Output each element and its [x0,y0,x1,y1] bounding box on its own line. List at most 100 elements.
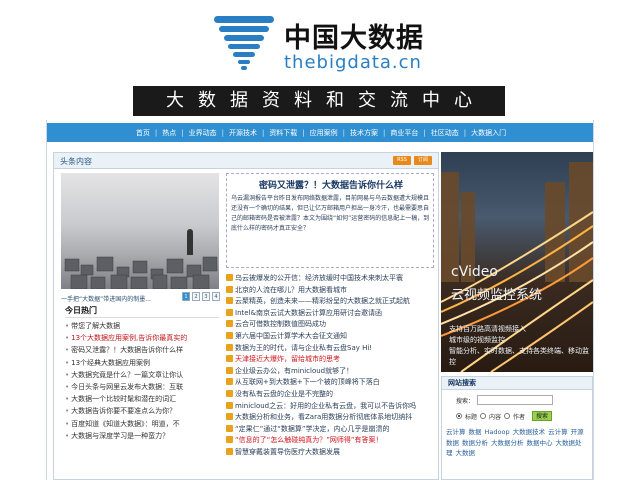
today-hot-item[interactable]: • 百度知道《知道大数据》：明道，不 [61,418,219,430]
tag-link[interactable]: 云计算 [548,428,568,436]
slideshow-caption[interactable]: 一手把“大数据”带进国内的制墨... [61,294,181,303]
news-item-text: 乌云被爆发的公开信：经济放缓时中国技术来刺太平寰 [235,274,403,282]
news-item-text: 没有私有云盘的企业是不完整的 [235,389,333,398]
cubes-illustration [64,229,218,289]
nav-item[interactable]: 业界动态 [187,128,219,138]
bullet-icon: • [65,395,70,404]
tag-link[interactable]: 数据分析 [462,439,488,447]
tag-link[interactable]: 大数据技术 [513,428,546,436]
news-item[interactable]: 乌云被爆发的公开信：经济放缓时中国技术来刺太平寰 [226,273,436,285]
news-item[interactable]: “定果仁”通过“数据算”学决定，内心几乎是崩溃的 [226,424,436,436]
search-button[interactable]: 搜索 [532,411,553,421]
today-hot-item[interactable]: • 大数据一个比较时髦和潜在的词汇 [61,393,219,405]
bullet-icon: • [65,431,70,440]
nav-item[interactable]: 社区动态 [429,128,461,138]
search-row: 搜索： [456,395,554,405]
news-item[interactable]: “信息的了“怎么触碰纯真为？”网师得”有答案！ [226,435,436,447]
nav-item[interactable]: 首页 [134,128,152,138]
news-item[interactable]: 第六届中国云计算学术大会征文通知 [226,331,436,343]
search-input[interactable] [477,395,554,405]
nav-item[interactable]: 大数据入门 [469,128,508,138]
search-scope-row: 标题 内容 作者 搜索 [456,411,553,421]
today-hot-item[interactable]: • 13个大数据应用案例,告诉你最真实的 [61,332,219,344]
radio-content-label: 内容 [489,413,502,421]
radio-title-label: 标题 [465,413,478,421]
ad-description: 支持百万路高清视频接入 城市级的视频监控 智能分析、实时数据、支持各类终端、移动… [449,325,589,366]
site-search-title: 网站搜索 [442,377,592,390]
radio-content[interactable] [480,413,487,419]
news-item-text: 云聚精英，创造未来——精彩纷呈的大数据之就正式起航 [235,297,410,306]
news-item[interactable]: 天津接近大爆炸，留给城市的思考 [226,354,436,366]
today-hot-item[interactable]: • 大数据与深度学习是一种蛮力？ [61,430,219,442]
rss-icon[interactable]: RSS [393,156,411,165]
bullet-icon: • [65,382,70,391]
news-item[interactable]: 企业级云办公，有minicloud就够了！ [226,366,436,378]
nav-separator: | [342,128,346,137]
article-bullet-icon [226,308,233,316]
news-item[interactable]: 云聚精英，创造未来——精彩纷呈的大数据之就正式起航 [226,296,436,308]
site-logo[interactable]: 中国大数据 thebigdata.cn [212,10,423,78]
pager-button[interactable]: 3 [202,292,210,301]
nav-separator: | [154,128,158,137]
subscribe-icon[interactable]: 订阅 [414,156,432,165]
today-hot-item-text: 13个大数据应用案例,告诉你最真实的 [71,334,188,343]
slideshow-image[interactable] [61,173,219,289]
bullet-icon: • [65,346,70,355]
nav-separator: | [302,128,305,137]
news-item[interactable]: 云合可借数控制数值图码成功 [226,319,436,331]
today-hot-item[interactable]: • 大数据告诉你要不要准点么为你？ [61,405,219,417]
tag-link[interactable]: 大数据 [456,449,476,457]
tag-link[interactable]: 云计算 [446,428,466,436]
news-item[interactable]: 从互联网+到大数据+下一个被的顶峰将下落白 [226,377,436,389]
article-bullet-icon [226,447,233,455]
today-hot-item[interactable]: • 今日头条与网里云发布大数据：互联 [61,381,219,393]
page: 中国大数据 thebigdata.cn 大数据资料和交流中心 首页 | 热点 | 业界动… [0,0,640,480]
news-item[interactable]: 大数据分析和业务，看Zara用数据分析彻底体系地切纳抖 [226,412,436,424]
website-screenshot: 首页 | 热点 | 业界动态 | 开源技术 | 资料下载 | 应用案例 | 技术方案 | 商业平台 | 社区动态… [46,120,594,480]
cvideo-ad-banner[interactable]: cVideo 云视频监控系统 支持百万路高清视频接入 城市级的视频监控 智能分析… [441,152,593,372]
radio-title[interactable] [456,413,462,419]
nav-item[interactable]: 商业平台 [388,128,420,138]
news-item[interactable]: Intel&南京云试大数据云计算应用研讨会邀请函 [226,308,436,320]
tornado-logo-icon [214,16,274,70]
today-hot-item[interactable]: • 13个经典大数据应用案例 [61,357,219,369]
pager-button[interactable]: 1 [182,292,190,301]
nav-separator: | [383,128,386,137]
news-item-text: “定果仁”通过“数据算”学决定，内心几乎是崩溃的 [235,424,390,433]
pager-button[interactable]: 2 [192,292,200,301]
slideshow-pager: 1 2 3 4 [182,292,220,301]
radio-author[interactable] [504,413,511,419]
pager-button[interactable]: 4 [212,292,220,301]
news-item[interactable]: 数据为王的时代，请与企业私有云盘Say Hi! [226,343,436,355]
news-item-text: 云合可借数控制数值图码成功 [235,320,326,329]
today-hot-item[interactable]: • 大数据究竟是什么？一篇文章让你认 [61,369,219,381]
news-item[interactable]: 智慧穿戴装置导伤医疗大数据发展 [226,447,436,459]
main-navbar: 首页 | 热点 | 业界动态 | 开源技术 | 资料下载 | 应用案例 | 技术方案 | 商业平台 | 社区动态… [47,123,593,142]
article-bullet-icon [226,378,233,386]
nav-item[interactable]: 资料下载 [267,128,299,138]
nav-item[interactable]: 开源技术 [227,128,259,138]
headline-panel: 头条内容 RSS 订阅 一手把“大数据”带进国内的制墨... 1 2 3 4 今… [53,152,439,480]
news-item[interactable]: 北京的人流在哪儿？用大数据看城市 [226,285,436,297]
ad-title-english: cVideo [451,264,498,280]
news-item[interactable]: minicloud之云：好用的企业私有云盘，我可以不告诉你吗 [226,401,436,413]
nav-separator: | [181,128,184,137]
tag-link[interactable]: 数据 [469,428,482,436]
featured-article-title[interactable]: 密码又泄露？！大数据告诉你什么样 [227,178,435,191]
nav-item[interactable]: 热点 [160,128,178,138]
today-hot-item-text: 大数据与深度学习是一种蛮力？ [71,431,170,440]
nav-item[interactable]: 应用案例 [308,128,340,138]
news-item-text: “信息的了“怎么触碰纯真为？”网师得”有答案！ [235,436,383,445]
tag-link[interactable]: 数据中心 [527,439,553,447]
radio-author-label: 作者 [513,413,526,421]
today-hot-item[interactable]: • 密码又泄露？！大数据告诉你什么样 [61,344,219,356]
news-item-text: Intel&南京云试大数据云计算应用研讨会邀请函 [235,308,382,317]
nav-item[interactable]: 技术方案 [348,128,380,138]
today-hot-item-text: 13个经典大数据应用案例 [71,358,151,367]
featured-article: 密码又泄露？！大数据告诉你什么样 乌云漏洞报告平台昨日发布网络数据泄露，目前网易… [226,173,434,268]
today-hot-item[interactable]: • 带您了解大数据 [61,320,219,332]
news-item[interactable]: 没有私有云盘的企业是不完整的 [226,389,436,401]
headline-panel-title: 头条内容 [60,157,92,166]
tag-link[interactable]: 大数据分析 [491,439,524,447]
tag-link[interactable]: Hadoop [485,428,510,436]
